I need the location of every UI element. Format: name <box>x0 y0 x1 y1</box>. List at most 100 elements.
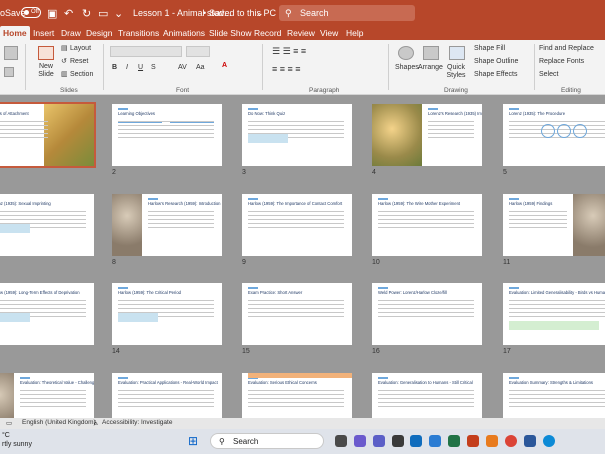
select-button[interactable]: Select <box>539 71 558 78</box>
slide-thumbnail[interactable]: Harlow (1959): The Critical Period <box>112 283 222 345</box>
tab-transitions[interactable]: Transitions <box>118 28 159 38</box>
shape-effects-button[interactable]: Shape Effects <box>474 71 517 78</box>
teams-icon[interactable] <box>373 435 385 447</box>
chrome-icon[interactable] <box>505 435 517 447</box>
store-icon[interactable] <box>429 435 441 447</box>
shape-fill-button[interactable]: Shape Fill <box>474 45 505 52</box>
find-replace-button[interactable]: Find and Replace <box>539 45 594 52</box>
new-slide-icon[interactable] <box>38 46 54 60</box>
customize-icon[interactable]: ⌄ <box>114 7 123 20</box>
autosave-toggle[interactable]: Off <box>21 7 41 18</box>
tab-review[interactable]: Review <box>287 28 315 38</box>
slide-photo <box>372 104 422 166</box>
tab-view[interactable]: View <box>320 28 338 38</box>
format-painter-icon[interactable] <box>4 67 14 77</box>
slide-thumbnail[interactable]: Lorenz (1935): The Procedure <box>503 104 605 166</box>
tab-slide-show[interactable]: Slide Show <box>209 28 252 38</box>
slide-thumbnail[interactable]: Evaluation: Practical Applications - Rea… <box>112 373 222 418</box>
tab-design[interactable]: Design <box>86 28 112 38</box>
quick-styles-button[interactable]: Quick Styles <box>443 64 469 80</box>
italic-icon[interactable]: I <box>126 64 128 71</box>
font-size-box[interactable] <box>186 46 210 57</box>
slide-thumbnail[interactable]: Harlow (1959): Long-Term Effects of Depr… <box>0 283 94 345</box>
slide-thumbnail[interactable]: Weld Power: Lorenz/Harlow Cloze/fill <box>372 283 482 345</box>
task-view-icon[interactable] <box>335 435 347 447</box>
outlook-icon[interactable] <box>410 435 422 447</box>
spacing-icon[interactable]: AV <box>178 64 187 71</box>
section-icon[interactable]: ▥ <box>61 70 68 78</box>
tab-home[interactable]: Home <box>0 26 30 40</box>
case-icon[interactable]: Aa <box>196 64 205 71</box>
slide-number: 4 <box>372 169 376 176</box>
shape-outline-button[interactable]: Shape Outline <box>474 58 518 65</box>
slide-thumbnail[interactable]: Lorenz (1935): Sexual Imprinting <box>0 194 94 256</box>
reset-button[interactable]: Reset <box>70 58 88 65</box>
slide-thumbnail[interactable]: Harlow (1959) Findings <box>503 194 605 256</box>
slide-title: Exam Practice: Short Answer <box>248 290 303 295</box>
tab-help[interactable]: Help <box>346 28 363 38</box>
slide-photo <box>112 194 142 256</box>
tab-draw[interactable]: Draw <box>61 28 81 38</box>
copilot-icon[interactable] <box>354 435 366 447</box>
shapes-icon[interactable] <box>398 46 414 60</box>
slide-thumbnail[interactable]: Evaluation: Theoretical Value - Challeng… <box>0 373 94 418</box>
align-icon[interactable]: ≡ ≡ ≡ ≡ <box>272 64 301 74</box>
slide-number: 17 <box>503 348 511 355</box>
slide-thumbnail[interactable]: Evaluation: Serious Ethical Concerns <box>242 373 352 418</box>
edge-icon[interactable] <box>543 435 555 447</box>
slide-thumbnail[interactable]: Learning Objectives <box>112 104 222 166</box>
redo-icon[interactable]: ↻ <box>82 7 91 20</box>
slide-photo <box>0 373 14 418</box>
slide-thumbnail[interactable]: Harlow (1959): The Importance of Contact… <box>242 194 352 256</box>
bold-icon[interactable]: B <box>112 64 117 71</box>
tab-insert[interactable]: Insert <box>33 28 54 38</box>
section-button[interactable]: Section <box>70 71 93 78</box>
save-icon[interactable]: ▣ <box>47 7 57 20</box>
underline-icon[interactable]: U <box>138 64 143 71</box>
slide-thumbnail[interactable]: Harlow (1959): The Wire Mother Experimen… <box>372 194 482 256</box>
slide-number: 16 <box>372 348 380 355</box>
bullets-icon[interactable]: ☰ ☰ ≡ ≡ <box>272 46 306 57</box>
font-color-icon[interactable]: A <box>222 62 227 69</box>
excel-icon[interactable] <box>448 435 460 447</box>
font-name-box[interactable] <box>110 46 182 57</box>
present-icon[interactable]: ▭ <box>98 7 108 20</box>
reset-icon[interactable]: ↺ <box>61 57 67 65</box>
explorer-icon[interactable] <box>392 435 404 447</box>
tab-animations[interactable]: Animations <box>163 28 205 38</box>
slide-thumbnail[interactable]: Evaluation Summary: Strengths & Limitati… <box>503 373 605 418</box>
paste-icon[interactable] <box>4 46 18 60</box>
undo-icon[interactable]: ↶ <box>64 7 73 20</box>
accessibility-status[interactable]: Accessibility: Investigate <box>102 419 172 426</box>
new-slide-button[interactable]: New Slide <box>34 63 58 79</box>
arrange-icon[interactable] <box>423 46 439 60</box>
chevron-down-icon[interactable]: ⌄ <box>256 8 264 19</box>
weather-widget[interactable]: °C rtly sunny <box>2 431 32 449</box>
slide-thumbnail[interactable]: Do Now: Think Quiz <box>242 104 352 166</box>
shadow-icon[interactable]: S <box>151 64 156 71</box>
app-icon[interactable] <box>486 435 498 447</box>
slide-title: Harlow (1959): The Importance of Contact… <box>248 201 343 206</box>
start-icon[interactable]: ⊞ <box>188 434 198 448</box>
shapes-button[interactable]: Shapes <box>395 64 419 71</box>
slide-thumbnail[interactable]: Evaluation: Limited Generalisability - B… <box>503 283 605 345</box>
search-icon: ⚲ <box>285 8 292 18</box>
title-search-box[interactable]: ⚲ Search <box>279 5 415 21</box>
language-label[interactable]: English (United Kingdom) <box>22 419 96 426</box>
replace-fonts-button[interactable]: Replace Fonts <box>539 58 584 65</box>
layout-button[interactable]: Layout <box>70 45 91 52</box>
slide-thumbnail[interactable]: Exam Practice: Short Answer <box>242 283 352 345</box>
slide-thumbnail[interactable]: Evaluation: Generalisation to Humans - S… <box>372 373 482 418</box>
tab-record[interactable]: Record <box>254 28 281 38</box>
arrange-button[interactable]: Arrange <box>418 64 443 71</box>
quick-styles-icon[interactable] <box>449 46 465 60</box>
slide-thumbnail[interactable]: Lorenz's Research (1935) Imprinting <box>372 104 482 166</box>
taskbar-search[interactable]: ⚲ Search <box>210 433 324 449</box>
slide-photo <box>573 194 605 256</box>
slide-thumbnail[interactable]: Bonds of Attachment <box>0 102 96 168</box>
powerpoint-icon[interactable] <box>467 435 479 447</box>
layout-icon[interactable]: ▤ <box>61 44 68 52</box>
slide-thumbnail[interactable]: Harlow's Research (1959): Introduction <box>112 194 222 256</box>
word-icon[interactable] <box>524 435 536 447</box>
save-status[interactable]: Saved to this PC <box>209 8 276 18</box>
